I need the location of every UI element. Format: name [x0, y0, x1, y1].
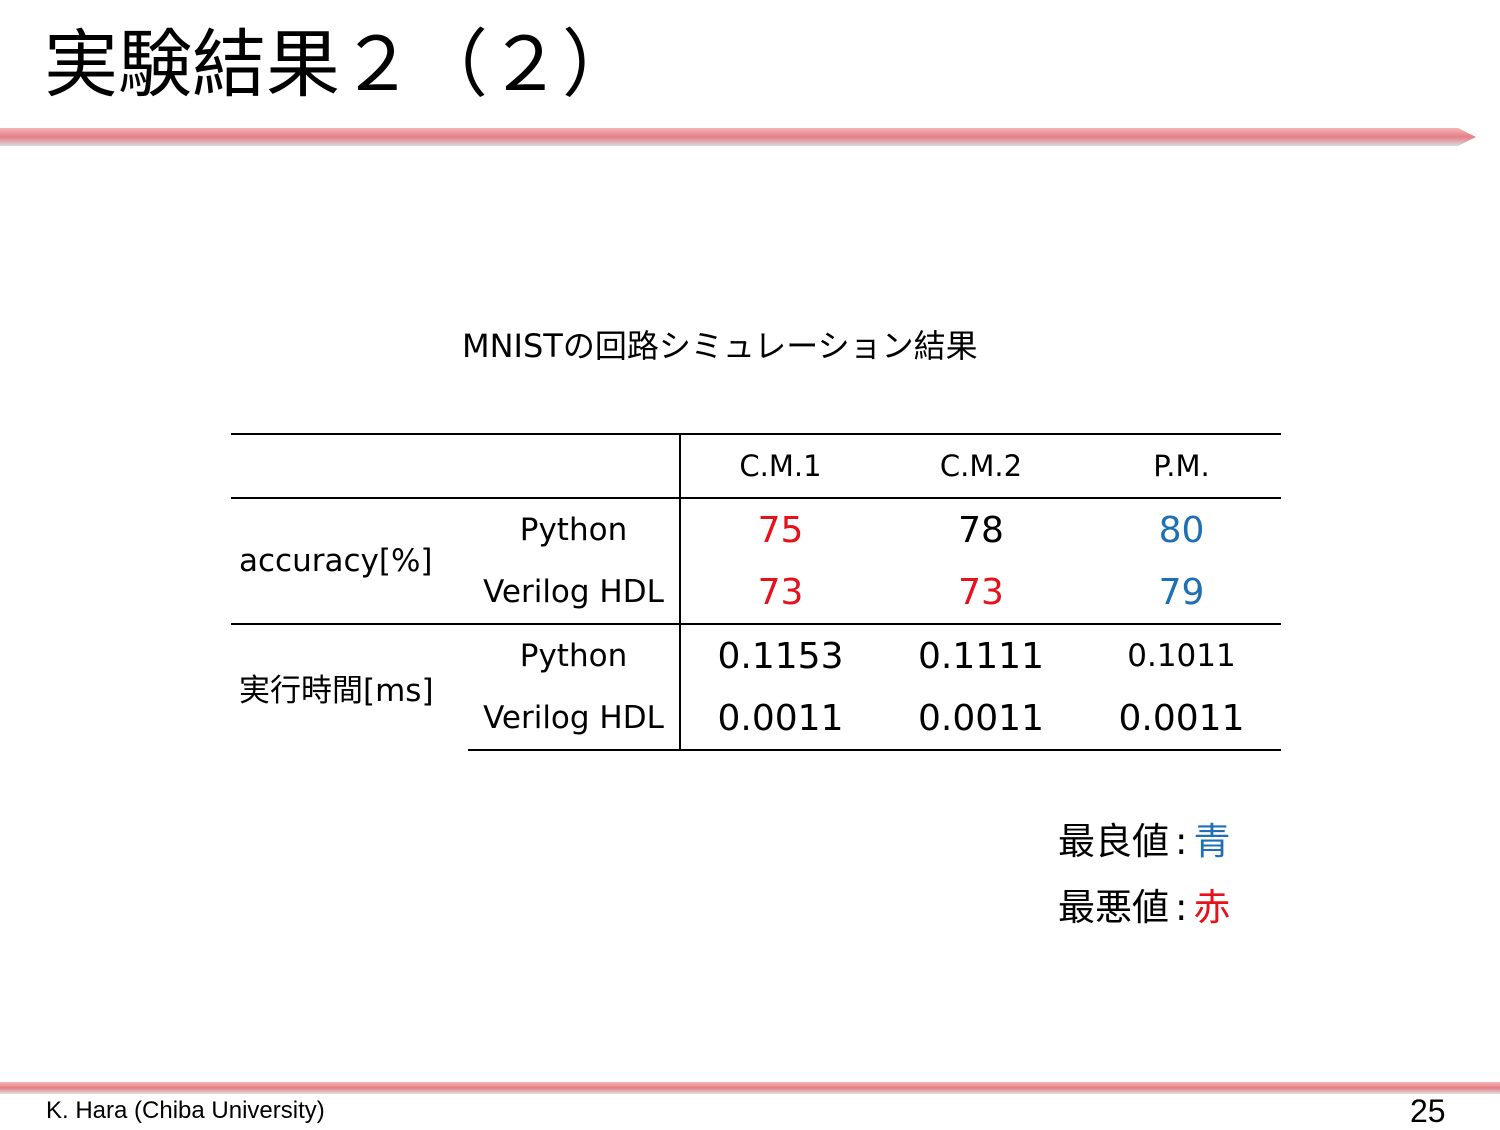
table-cell: 0.0011	[1082, 687, 1281, 751]
table-row: accuracy[%] Python 75 78 80	[231, 498, 1281, 579]
table-cell: 0.0011	[680, 687, 880, 751]
table-cell: 75	[757, 509, 804, 551]
column-header: C.M.1	[680, 433, 880, 499]
table-cell: 73	[757, 571, 804, 613]
legend-worst-label: 最悪値	[1058, 886, 1169, 929]
table-row: 実行時間[ms] Python 0.1153 0.1111 0.1011	[231, 623, 1281, 750]
table-cell: 73	[958, 571, 1004, 613]
group-label: 実行時間[ms]	[231, 623, 468, 750]
legend-best-value: 青	[1193, 820, 1231, 863]
row-label: Python	[468, 623, 681, 687]
table-cell: 0.0011	[880, 687, 1082, 751]
table-header-row: C.M.1 C.M.2 P.M.	[231, 433, 1281, 499]
row-label: Verilog HDL	[468, 561, 681, 624]
table-cell: 78	[958, 509, 1004, 551]
table-cell: 0.1111	[880, 623, 1082, 687]
legend-worst-value: 赤	[1193, 886, 1231, 929]
table-caption: MNISTの回路シミュレーション結果	[462, 327, 978, 365]
table-cell: 79	[1158, 571, 1205, 613]
legend-best-label: 最良値	[1058, 820, 1169, 863]
header-empty	[231, 433, 468, 499]
table-cell: 0.1153	[680, 623, 880, 687]
results-table: C.M.1 C.M.2 P.M. accuracy[%] Python 75 7…	[231, 433, 1281, 751]
page-number: 25	[1410, 1093, 1446, 1129]
column-header: P.M.	[1082, 433, 1281, 499]
group-label: accuracy[%]	[239, 543, 433, 579]
slide-title: 実験結果２（２）	[44, 22, 636, 108]
column-header: C.M.2	[880, 433, 1082, 499]
footer-author: K. Hara (Chiba University)	[46, 1097, 325, 1124]
legend-best: 最良値: 青	[1058, 818, 1230, 866]
legend-separator: :	[1175, 886, 1188, 929]
header-empty	[468, 433, 681, 499]
row-label: Verilog HDL	[468, 687, 681, 751]
table-cell: 80	[1158, 509, 1205, 551]
legend-worst: 最悪値: 赤	[1058, 884, 1230, 932]
footer-rule	[0, 1082, 1500, 1094]
table-cell: 0.1011	[1082, 623, 1281, 687]
title-underline	[0, 128, 1476, 146]
legend-separator: :	[1175, 820, 1188, 863]
row-label: Python	[468, 498, 681, 561]
